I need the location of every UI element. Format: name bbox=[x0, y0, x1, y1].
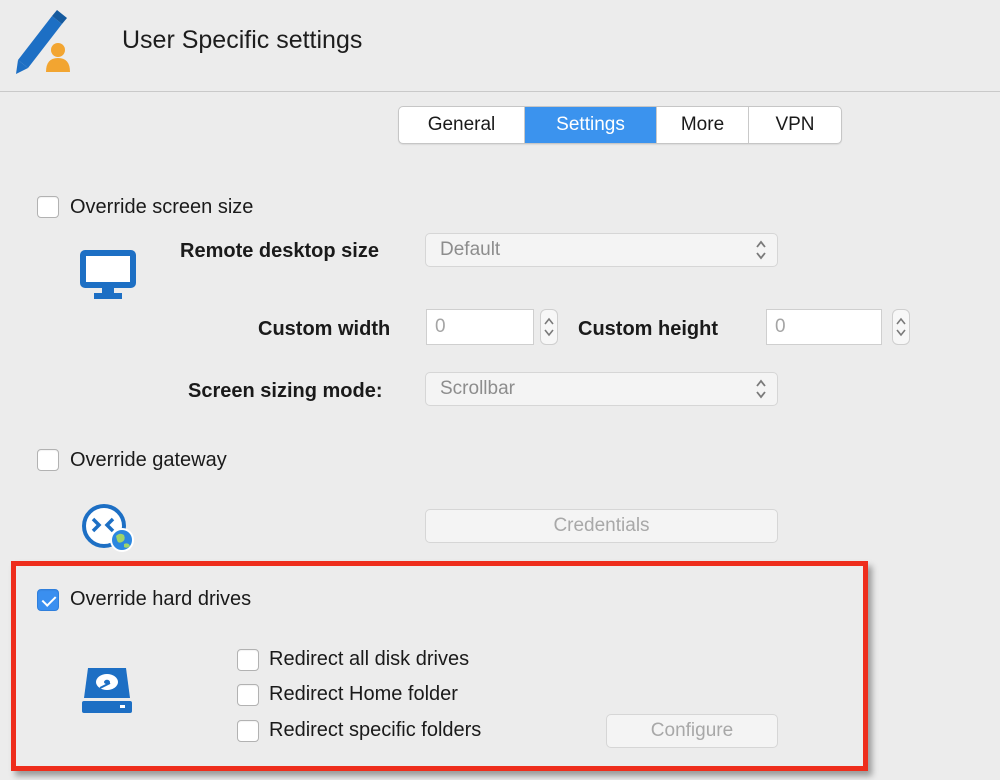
tab-general[interactable]: General bbox=[399, 107, 525, 143]
redirect-specific-folders-checkbox[interactable] bbox=[237, 720, 259, 742]
page-title: User Specific settings bbox=[122, 26, 363, 54]
tab-bar: General Settings More VPN bbox=[398, 106, 842, 144]
configure-button[interactable]: Configure bbox=[606, 714, 778, 748]
chevron-updown-icon bbox=[544, 317, 554, 337]
custom-width-stepper[interactable] bbox=[540, 309, 558, 345]
custom-height-label: Custom height bbox=[578, 318, 718, 340]
hard-drive-icon bbox=[82, 668, 132, 713]
screen-sizing-mode-select[interactable]: Scrollbar bbox=[425, 372, 778, 406]
redirect-home-folder-label: Redirect Home folder bbox=[269, 683, 458, 705]
custom-width-input[interactable]: 0 bbox=[426, 309, 534, 345]
screen-sizing-mode-value: Scrollbar bbox=[440, 378, 515, 399]
override-hard-drives-label: Override hard drives bbox=[70, 588, 252, 610]
override-gateway-label: Override gateway bbox=[70, 449, 227, 471]
redirect-all-disk-drives-label: Redirect all disk drives bbox=[269, 648, 470, 670]
tab-more[interactable]: More bbox=[657, 107, 749, 143]
monitor-icon bbox=[80, 250, 136, 299]
override-screen-size-checkbox[interactable] bbox=[37, 196, 59, 218]
custom-height-input[interactable]: 0 bbox=[766, 309, 882, 345]
gateway-globe-icon bbox=[82, 504, 134, 552]
override-gateway-checkbox[interactable] bbox=[37, 449, 59, 471]
redirect-home-folder-checkbox[interactable] bbox=[237, 684, 259, 706]
window-header: User Specific settings bbox=[0, 0, 1000, 92]
redirect-specific-folders-label: Redirect specific folders bbox=[269, 719, 482, 741]
redirect-all-disk-drives-checkbox[interactable] bbox=[237, 649, 259, 671]
tab-vpn[interactable]: VPN bbox=[749, 107, 841, 143]
remote-desktop-size-select[interactable]: Default bbox=[425, 233, 778, 267]
custom-height-stepper[interactable] bbox=[892, 309, 910, 345]
pencil-user-icon bbox=[16, 10, 70, 74]
credentials-button[interactable]: Credentials bbox=[425, 509, 778, 543]
custom-width-label: Custom width bbox=[258, 318, 391, 340]
chevron-updown-icon bbox=[756, 240, 766, 260]
screen-sizing-mode-label: Screen sizing mode: bbox=[188, 380, 383, 402]
override-hard-drives-checkbox[interactable] bbox=[37, 589, 59, 611]
remote-desktop-size-value: Default bbox=[440, 239, 501, 260]
remote-desktop-size-label: Remote desktop size bbox=[180, 240, 379, 262]
override-screen-size-label: Override screen size bbox=[70, 196, 254, 218]
tab-settings[interactable]: Settings bbox=[525, 107, 657, 143]
chevron-updown-icon bbox=[896, 317, 906, 337]
chevron-updown-icon bbox=[756, 379, 766, 399]
